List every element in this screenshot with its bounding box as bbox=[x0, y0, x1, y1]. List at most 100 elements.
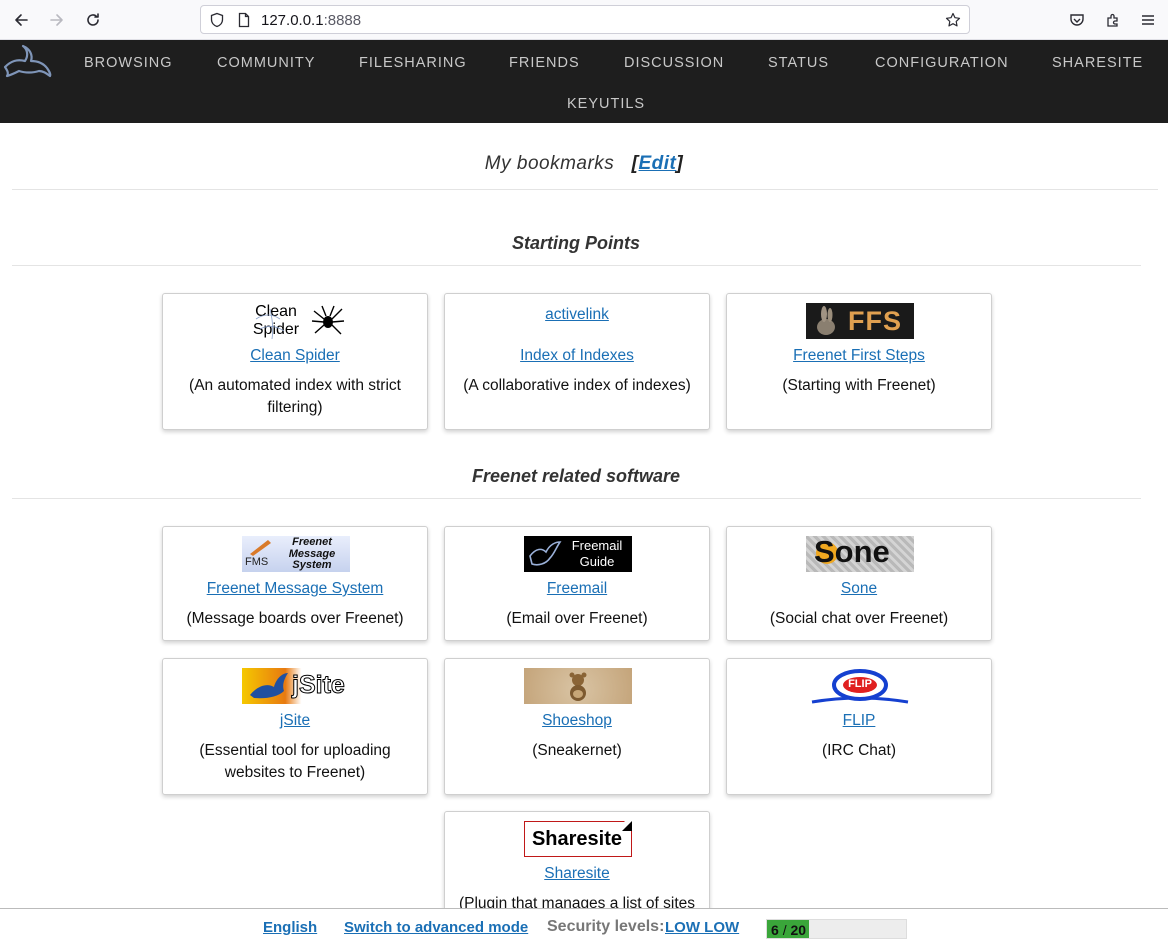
reload-icon[interactable] bbox=[81, 8, 105, 32]
nav-friends[interactable]: FRIENDS bbox=[509, 55, 580, 71]
sharesite-link[interactable]: Sharesite bbox=[445, 865, 709, 883]
bookmarks-heading: My bookmarks [Edit] bbox=[0, 153, 1168, 175]
jsite-description: (Essential tool for uploading websites t… bbox=[199, 742, 391, 781]
bookmark-card-jsite: jSite jSite (Essential tool for uploadin… bbox=[162, 658, 428, 795]
freemail-logo-text-2: Guide bbox=[579, 554, 615, 569]
nav-browsing[interactable]: BROWSING bbox=[84, 55, 173, 71]
web-icon bbox=[255, 308, 285, 339]
flip-logo[interactable]: FLIP bbox=[806, 668, 914, 704]
section-title-freenet-software: Freenet related software bbox=[471, 466, 681, 486]
index-of-indexes-link[interactable]: Index of Indexes bbox=[445, 347, 709, 365]
bookmark-card-clean-spider: Clean Spider Clean Spider (An automated i… bbox=[162, 293, 428, 430]
section-title-starting-points: Starting Points bbox=[511, 233, 640, 253]
advanced-mode-link[interactable]: Switch to advanced mode bbox=[344, 919, 528, 936]
security-levels-link[interactable]: LOW LOW bbox=[665, 919, 739, 936]
language-link[interactable]: English bbox=[263, 919, 317, 936]
sone-logo-text: Sone bbox=[814, 534, 890, 569]
nav-sharesite[interactable]: SHARESITE bbox=[1052, 55, 1143, 71]
pocket-icon[interactable] bbox=[1065, 8, 1089, 32]
sone-logo[interactable]: Sone bbox=[806, 534, 914, 572]
clean-spider-link[interactable]: Clean Spider bbox=[163, 347, 427, 365]
divider bbox=[12, 498, 1141, 499]
page-icon[interactable] bbox=[236, 12, 252, 28]
shoeshop-logo[interactable] bbox=[524, 668, 632, 704]
divider bbox=[12, 189, 1158, 190]
sharesite-description: (Plugin that manages a list of sites bbox=[458, 895, 696, 909]
bookmark-card-sharesite: Sharesite Sharesite (Plugin that manages… bbox=[444, 811, 710, 909]
shield-icon[interactable] bbox=[209, 12, 225, 28]
security-levels-label: Security levels: bbox=[547, 918, 665, 935]
sharesite-logo[interactable]: Sharesite bbox=[524, 820, 633, 857]
freenet-rabbit-logo[interactable] bbox=[3, 43, 53, 79]
pencil-icon bbox=[250, 540, 271, 556]
fms-logo[interactable]: Freenet Message System FMS bbox=[242, 536, 350, 572]
ffs-logo-text: FFS bbox=[848, 306, 902, 336]
freemail-logo-text-1: Freemail bbox=[571, 538, 623, 553]
peers-progress-bar: 6 / 20 bbox=[766, 919, 907, 939]
clean-spider-logo[interactable]: Clean Spider bbox=[242, 303, 350, 339]
fms-logo-text-4: FMS bbox=[245, 556, 269, 568]
activelink-image-link[interactable]: activelink bbox=[445, 306, 709, 324]
back-icon[interactable] bbox=[9, 8, 33, 32]
nav-status[interactable]: STATUS bbox=[768, 55, 829, 71]
peers-total: 20 bbox=[790, 922, 807, 938]
freemail-description: (Email over Freenet) bbox=[506, 610, 648, 627]
flip-link[interactable]: FLIP bbox=[727, 712, 991, 730]
fms-logo-text-3: System bbox=[292, 559, 332, 571]
shoeshop-link[interactable]: Shoeshop bbox=[445, 712, 709, 730]
fms-description: (Message boards over Freenet) bbox=[186, 610, 404, 627]
nav-configuration[interactable]: CONFIGURATION bbox=[875, 55, 1009, 71]
sone-link[interactable]: Sone bbox=[727, 580, 991, 598]
menu-icon[interactable] bbox=[1136, 8, 1160, 32]
nav-community[interactable]: COMMUNITY bbox=[217, 55, 315, 71]
bookmark-card-freemail: Freemail Guide Freemail (Email over Freen… bbox=[444, 526, 710, 641]
url-text[interactable]: 127.0.0.1:8888 bbox=[261, 12, 361, 29]
peers-connected: 6 bbox=[771, 922, 779, 938]
bookmark-card-freenet-first-steps: FFS Freenet First Steps (Starting with F… bbox=[726, 293, 992, 430]
bird-icon bbox=[529, 541, 562, 566]
sone-description: (Social chat over Freenet) bbox=[769, 610, 949, 627]
freenet-first-steps-link[interactable]: Freenet First Steps bbox=[727, 347, 991, 365]
star-icon[interactable] bbox=[945, 12, 961, 28]
flip-description: (IRC Chat) bbox=[821, 742, 897, 759]
extensions-icon[interactable] bbox=[1101, 8, 1125, 32]
rabbit-icon bbox=[250, 673, 288, 699]
ffs-logo[interactable]: FFS bbox=[806, 303, 914, 339]
divider bbox=[12, 265, 1141, 266]
fms-logo-text-1: Freenet bbox=[292, 536, 332, 548]
peers-count: 6 / 20 bbox=[771, 922, 806, 938]
nav-filesharing[interactable]: FILESHARING bbox=[359, 55, 467, 71]
sharesite-logo-text: Sharesite bbox=[531, 828, 623, 850]
forward-icon[interactable] bbox=[45, 8, 69, 32]
nav-discussion[interactable]: DISCUSSION bbox=[624, 55, 724, 71]
peers-separator: / bbox=[782, 922, 787, 938]
main-content: My bookmarks [Edit] Starting Points Clea… bbox=[0, 123, 1168, 909]
bookmark-card-index-of-indexes: activelink Index of Indexes (A collabora… bbox=[444, 293, 710, 430]
status-footer: English Switch to advanced mode Security… bbox=[0, 908, 1168, 939]
rabbit-icon bbox=[817, 306, 835, 335]
freemail-link[interactable]: Freemail bbox=[445, 580, 709, 598]
edit-close-bracket: ] bbox=[676, 153, 684, 174]
spider-icon bbox=[311, 305, 345, 335]
freenet-first-steps-description: (Starting with Freenet) bbox=[782, 377, 936, 394]
jsite-logo-text: jSite bbox=[292, 671, 346, 700]
fms-link[interactable]: Freenet Message System bbox=[163, 580, 427, 598]
clean-spider-description: (An automated index with strict filterin… bbox=[189, 377, 401, 416]
nav-keyutils[interactable]: KEYUTILS bbox=[567, 96, 645, 112]
fms-logo-text-2: Message bbox=[288, 547, 336, 560]
bookmarks-title: My bookmarks bbox=[484, 153, 615, 174]
shoeshop-description: (Sneakernet) bbox=[532, 742, 622, 759]
bookmark-card-shoeshop: Shoeshop (Sneakernet) bbox=[444, 658, 710, 795]
bookmark-card-flip: FLIP FLIP (IRC Chat) bbox=[726, 658, 992, 795]
edit-bookmarks-link[interactable]: Edit bbox=[638, 153, 676, 174]
jsite-logo[interactable]: jSite bbox=[242, 668, 350, 704]
index-of-indexes-description: (A collaborative index of indexes) bbox=[463, 377, 691, 394]
jsite-link[interactable]: jSite bbox=[163, 712, 427, 730]
freemail-logo[interactable]: Freemail Guide bbox=[524, 536, 632, 572]
url-bar[interactable]: 127.0.0.1:8888 bbox=[200, 5, 970, 34]
browser-toolbar: 127.0.0.1:8888 bbox=[0, 0, 1168, 40]
flip-logo-text: FLIP bbox=[848, 678, 872, 690]
teddy-bear-icon bbox=[569, 672, 587, 701]
bookmark-card-fms: Freenet Message System FMS Freenet Message… bbox=[162, 526, 428, 641]
bookmark-card-sone: Sone Sone (Social chat over Freenet) bbox=[726, 526, 992, 641]
